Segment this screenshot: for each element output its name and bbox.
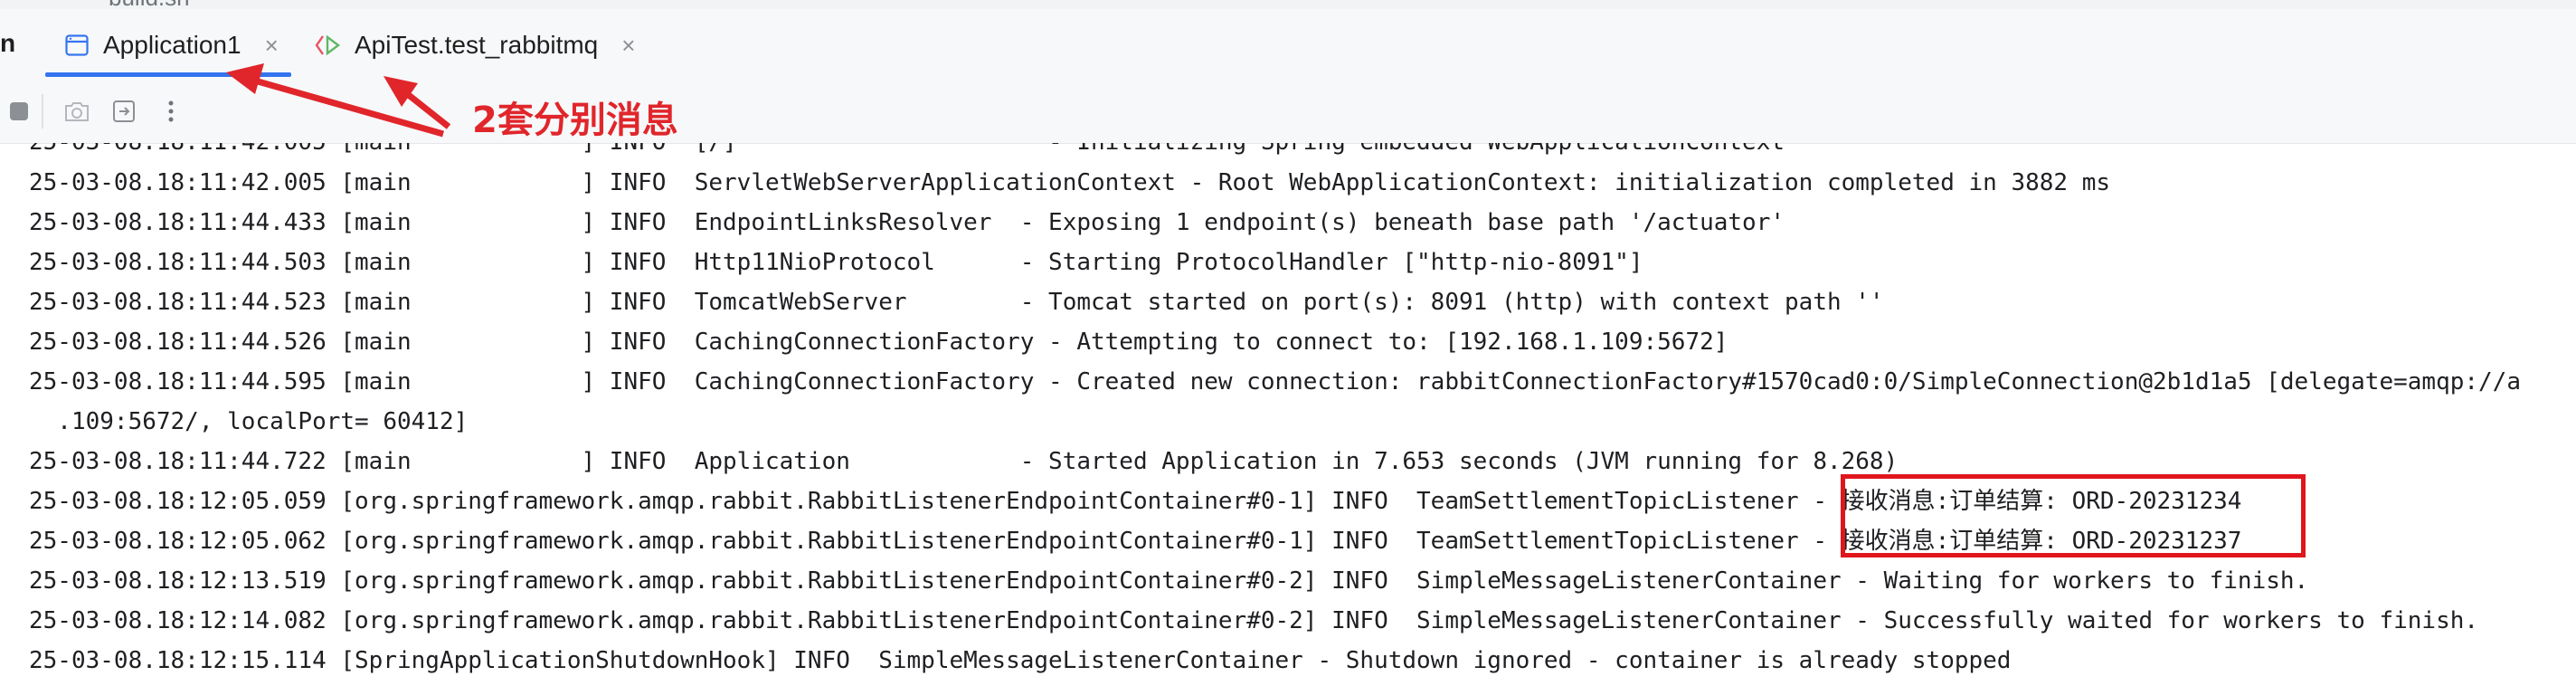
log-line: .109:5672/, localPort= 60412] [29,408,469,435]
test-run-icon [315,32,342,59]
tab-apitest[interactable]: ApiTest.test_rabbitmq × [315,24,635,67]
application-window-icon [63,32,90,59]
tab-bar: n Application1 × ApiTest.test_rabbitmq × [0,9,2576,82]
highlight-box [1841,474,2306,557]
log-line: 25-03-08.18:11:42.005 [main ] INFO [/] -… [29,143,1785,156]
tab-label: ApiTest.test_rabbitmq [355,31,599,59]
tab-label: Application1 [103,31,242,59]
log-line: 25-03-08.18:12:13.519 [org.springframewo… [29,567,2309,595]
stop-icon[interactable] [4,96,34,127]
annotation-label: 2套分别消息 [472,100,678,141]
camera-icon[interactable] [62,96,92,127]
toolbar-divider [42,94,43,129]
log-line: 25-03-08.18:11:44.526 [main ] INFO Cachi… [29,329,1728,356]
tab-application1[interactable]: Application1 × [63,24,279,67]
log-line: 25-03-08.18:11:44.433 [main ] INFO Endpo… [29,209,1785,236]
run-toolbar [0,81,2576,144]
top-strip: build.sh [0,0,2576,11]
partial-tab-label[interactable]: n [0,29,15,58]
log-line: 25-03-08.18:11:44.722 [main ] INFO Appli… [29,448,1899,475]
console-output[interactable]: 25-03-08.18:11:42.005 [main ] INFO [/] -… [0,143,2576,686]
log-line: 25-03-08.18:11:44.595 [main ] INFO Cachi… [29,368,2521,395]
restore-layout-icon[interactable] [109,96,139,127]
active-tab-indicator [45,72,291,77]
more-options-icon[interactable] [156,96,186,127]
close-icon[interactable]: × [265,32,279,60]
log-line: 25-03-08.18:12:14.082 [org.springframewo… [29,607,2479,634]
log-line: 25-03-08.18:11:42.005 [main ] INFO Servl… [29,169,2111,196]
close-icon[interactable]: × [621,32,635,60]
log-line: 25-03-08.18:11:44.523 [main ] INFO Tomca… [29,289,1884,316]
log-line: 25-03-08.18:12:15.114 [SpringApplication… [29,647,2012,674]
log-line: 25-03-08.18:11:44.503 [main ] INFO Http1… [29,249,1643,276]
